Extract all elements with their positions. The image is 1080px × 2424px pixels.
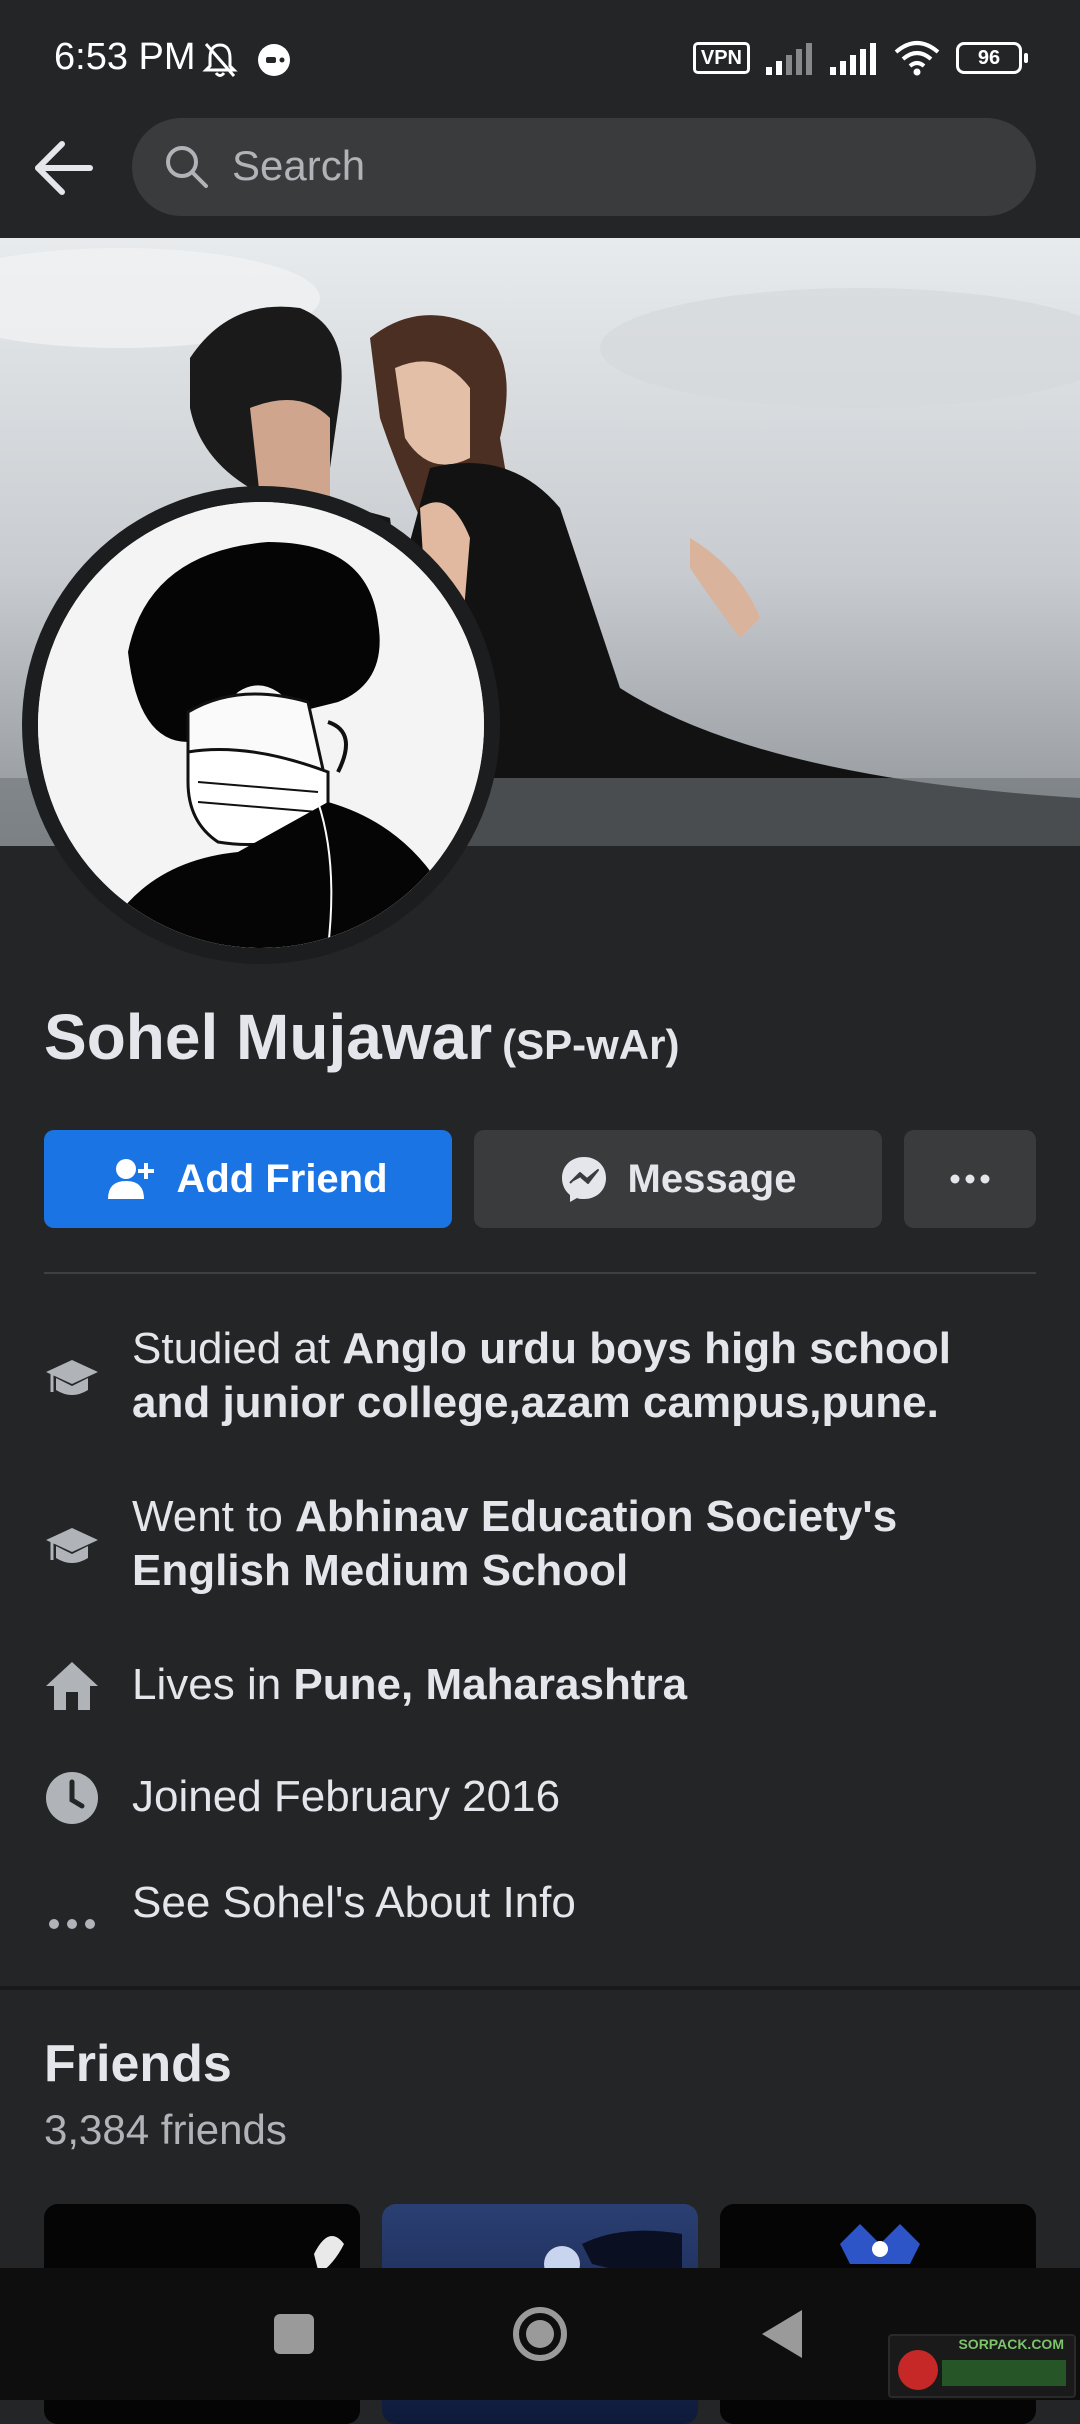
add-friend-label: Add Friend bbox=[176, 1156, 388, 1201]
joined-text: Joined February 2016 bbox=[132, 1772, 561, 1821]
see-about-info-link[interactable]: See Sohel's About Info bbox=[44, 1876, 1036, 1936]
signal-icon bbox=[766, 43, 812, 75]
ellipsis-icon bbox=[49, 1919, 95, 1929]
lives-prefix: Lives in bbox=[132, 1660, 294, 1709]
intro-joined: Joined February 2016 bbox=[44, 1770, 1036, 1830]
ellipsis-icon bbox=[950, 1174, 990, 1184]
search-placeholder: Search bbox=[232, 142, 366, 189]
studied-prefix: Studied at bbox=[132, 1324, 343, 1373]
battery-indicator: 96 bbox=[956, 42, 1028, 74]
bell-muted-icon bbox=[202, 43, 238, 77]
recent-apps-icon[interactable] bbox=[272, 2312, 316, 2356]
user-plus-icon bbox=[108, 1159, 155, 1199]
avatar[interactable] bbox=[38, 502, 484, 948]
gamepad-icon bbox=[258, 44, 290, 76]
home-button-icon[interactable] bbox=[512, 2306, 568, 2362]
watermark-text: SORPACK.COM bbox=[958, 2336, 1064, 2352]
message-label: Message bbox=[627, 1156, 797, 1201]
profile-name: Sohel Mujawar (SP-wAr) bbox=[44, 1000, 679, 1074]
graduation-cap-icon bbox=[46, 1528, 98, 1563]
clock-icon bbox=[46, 1772, 98, 1824]
arrow-left-icon bbox=[35, 141, 93, 195]
profile-name-text: Sohel Mujawar bbox=[44, 1001, 493, 1073]
intro-went-text: Went to Abhinav Education Society's Engl… bbox=[132, 1490, 1032, 1598]
intro-studied-text: Studied at Anglo urdu boys high school a… bbox=[132, 1322, 1032, 1430]
more-options-button[interactable] bbox=[904, 1130, 1036, 1228]
status-bar: 6:53 PM VPN 96 bbox=[0, 0, 1080, 118]
wifi-icon bbox=[894, 41, 940, 76]
add-friend-button[interactable]: Add Friend bbox=[44, 1130, 452, 1228]
alternate-name: (SP-wAr) bbox=[502, 1021, 680, 1068]
intro-lives-in[interactable]: Lives in Pune, Maharashtra bbox=[44, 1658, 1036, 1718]
home-icon bbox=[46, 1662, 98, 1710]
status-right-icons: VPN 96 bbox=[692, 40, 1028, 76]
status-notification-icons bbox=[200, 40, 294, 80]
lives-location[interactable]: Pune, Maharashtra bbox=[293, 1660, 687, 1709]
avatar-image bbox=[38, 502, 484, 948]
signal-icon-2 bbox=[830, 43, 876, 75]
back-button[interactable] bbox=[32, 138, 96, 198]
divider bbox=[44, 1272, 1036, 1274]
intro-studied-at[interactable]: Studied at Anglo urdu boys high school a… bbox=[44, 1322, 1036, 1442]
went-prefix: Went to bbox=[132, 1492, 296, 1541]
search-icon bbox=[166, 146, 208, 188]
messenger-icon bbox=[561, 1157, 606, 1202]
intro-went-to[interactable]: Went to Abhinav Education Society's Engl… bbox=[44, 1490, 1036, 1610]
message-button[interactable]: Message bbox=[474, 1130, 882, 1228]
vpn-badge: VPN bbox=[692, 42, 750, 74]
intro-lives-text: Lives in Pune, Maharashtra bbox=[132, 1658, 1032, 1712]
friends-count[interactable]: 3,384 friends bbox=[44, 2106, 287, 2154]
back-nav-icon[interactable] bbox=[760, 2308, 804, 2360]
search-input[interactable]: Search bbox=[132, 118, 1036, 216]
status-time: 6:53 PM bbox=[54, 36, 196, 78]
graduation-cap-icon bbox=[46, 1360, 98, 1395]
friends-title: Friends bbox=[44, 2035, 232, 2093]
about-info-label: See Sohel's About Info bbox=[132, 1878, 576, 1927]
section-divider bbox=[0, 1986, 1080, 1990]
